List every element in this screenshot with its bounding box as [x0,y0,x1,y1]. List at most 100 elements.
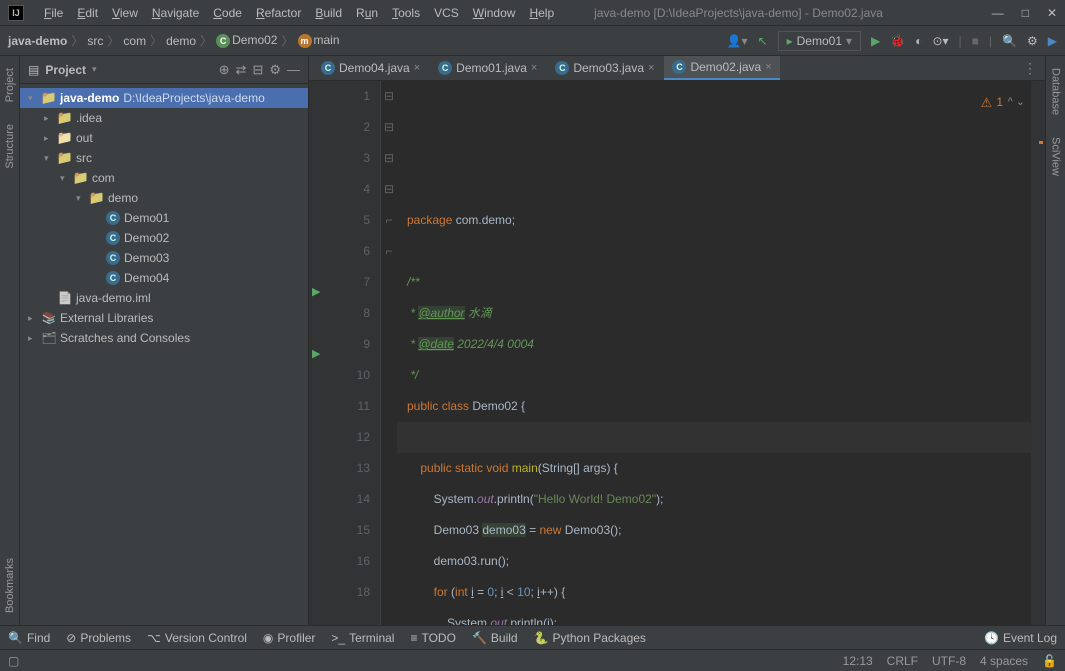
stop-icon[interactable]: ■ [972,34,979,48]
menu-navigate[interactable]: Navigate [146,4,205,22]
tree-item[interactable]: ▸out [20,128,308,148]
close-tab-icon[interactable]: × [531,62,537,74]
bottom-python-packages[interactable]: 🐍Python Packages [534,631,646,645]
bottom-build[interactable]: 🔨Build [472,631,518,645]
menu-run[interactable]: Run [350,4,384,22]
maximize-button[interactable]: □ [1022,6,1029,20]
main-menu: FileEditViewNavigateCodeRefactorBuildRun… [38,4,560,22]
close-tab-icon[interactable]: × [648,62,654,74]
rail-sciview[interactable]: SciView [1050,133,1062,180]
editor[interactable]: ▶▶ 1234567891011121314151618 ⊟⊟⊟⊟⌐⌐ ⚠1 ^… [309,81,1045,625]
project-tree: ▾java-demo D:\IdeaProjects\java-demo▸.id… [20,84,308,625]
title-bar: IJ FileEditViewNavigateCodeRefactorBuild… [0,0,1065,26]
app-logo: IJ [8,5,24,21]
encoding[interactable]: UTF-8 [932,654,966,668]
tree-item[interactable]: ▸External Libraries [20,308,308,328]
line-gutter: 1234567891011121314151618 [325,81,381,625]
breadcrumb-item[interactable]: mmain [298,33,340,48]
tree-item[interactable]: ▸.idea [20,108,308,128]
inspection-nav[interactable]: ^ ⌄ [1008,87,1025,118]
close-tab-icon[interactable]: × [414,62,420,74]
rail-project[interactable]: Project [4,64,16,106]
bottom-version-control[interactable]: ⌥Version Control [147,631,247,645]
minimize-button[interactable]: — [992,6,1004,20]
target-icon[interactable]: ⊕ [219,62,230,78]
search-icon[interactable]: 🔍 [1002,34,1017,48]
tree-item[interactable]: ▸Scratches and Consoles [20,328,308,348]
breadcrumb-item[interactable]: src [87,34,103,48]
menu-help[interactable]: Help [523,4,560,22]
menu-tools[interactable]: Tools [386,4,426,22]
tab-options-icon[interactable]: ⋮ [1023,60,1037,77]
bottom-find[interactable]: 🔍Find [8,631,50,645]
tree-item[interactable]: ▾java-demo D:\IdeaProjects\java-demo [20,88,308,108]
tree-item[interactable]: CDemo01 [20,208,308,228]
close-tab-icon[interactable]: × [765,61,771,73]
caret-position[interactable]: 12:13 [843,654,873,668]
bottom-tool-bar: 🔍Find ⊘Problems ⌥Version Control ◉Profiler >… [0,625,1065,649]
bottom-terminal[interactable]: >_Terminal [331,631,394,645]
breadcrumb-item[interactable]: CDemo02 [216,33,277,48]
hide-icon[interactable]: — [287,62,300,77]
menu-window[interactable]: Window [467,4,522,22]
gear-icon[interactable]: ⚙ [269,62,281,78]
breadcrumb-item[interactable]: demo [166,34,196,48]
run-icon[interactable]: ▶ [871,34,880,48]
tree-item[interactable]: ▾com [20,168,308,188]
run-config-selector[interactable]: ▸Demo01▾ [778,31,861,51]
editor-tabs: CDemo04.java×CDemo01.java×CDemo03.java×C… [309,56,1045,81]
rail-structure[interactable]: Structure [4,120,16,173]
panel-header: ▤ Project ▾ ⊕ ⇄ ⊟ ⚙ — [20,56,308,84]
toolbar-actions: 👤▾ ↖ ▸Demo01▾ ▶ 🐞 ◐ ⊙▾ | ■ | 🔍 ⚙ ▶ [727,31,1057,51]
editor-tab[interactable]: CDemo01.java× [430,57,545,79]
event-log-button[interactable]: 🕓Event Log [984,631,1057,645]
tree-item[interactable]: java-demo.iml [20,288,308,308]
code-area[interactable]: ⚠1 ^ ⌄ package com.demo; /** * @author 水… [397,81,1031,625]
build-icon[interactable]: ↖ [758,34,768,48]
editor-tab[interactable]: CDemo03.java× [547,57,662,79]
status-bar: ▢ 12:13 CRLF UTF-8 4 spaces 🔓 [0,649,1065,671]
settings-icon[interactable]: ⚙ [1027,34,1038,48]
tool-windows-icon[interactable]: ▢ [8,654,19,668]
rail-bookmarks[interactable]: Bookmarks [4,554,16,617]
editor-area: CDemo04.java×CDemo01.java×CDemo03.java×C… [309,56,1045,625]
breadcrumb-item[interactable]: java-demo [8,34,67,48]
editor-tab[interactable]: CDemo04.java× [313,57,428,79]
menu-view[interactable]: View [106,4,144,22]
menu-file[interactable]: File [38,4,69,22]
close-button[interactable]: ✕ [1047,6,1057,20]
menu-refactor[interactable]: Refactor [250,4,307,22]
tree-item[interactable]: ▾demo [20,188,308,208]
editor-tab[interactable]: CDemo02.java× [664,56,779,80]
rail-database[interactable]: Database [1050,64,1062,119]
debug-icon[interactable]: 🐞 [890,34,905,48]
menu-code[interactable]: Code [207,4,248,22]
readonly-icon[interactable]: 🔓 [1042,654,1057,668]
expand-icon[interactable]: ⇄ [236,62,247,78]
inspection-badge[interactable]: ⚠1 [981,87,1003,118]
menu-build[interactable]: Build [309,4,348,22]
coverage-icon[interactable]: ◐ [915,34,922,48]
panel-title: Project [45,63,86,77]
menu-edit[interactable]: Edit [71,4,104,22]
features-icon[interactable]: ▶ [1048,34,1057,48]
collapse-icon[interactable]: ⊟ [252,62,263,78]
bottom-todo[interactable]: ≡TODO [410,631,455,645]
bottom-problems[interactable]: ⊘Problems [66,631,131,645]
breadcrumb: java-demo〉src〉com〉demo〉CDemo02〉mmain [8,32,727,49]
tree-item[interactable]: CDemo04 [20,268,308,288]
editor-scroll-marker-strip [1031,81,1045,625]
indent[interactable]: 4 spaces [980,654,1028,668]
menu-vcs[interactable]: VCS [428,4,465,22]
breadcrumb-item[interactable]: com [123,34,146,48]
bottom-profiler[interactable]: ◉Profiler [263,631,316,645]
toolbar: java-demo〉src〉com〉demo〉CDemo02〉mmain 👤▾ … [0,26,1065,56]
profile-icon[interactable]: ⊙▾ [932,34,948,48]
line-sep[interactable]: CRLF [887,654,918,668]
tree-item[interactable]: CDemo02 [20,228,308,248]
right-tool-strip: Database SciView [1045,56,1065,625]
fold-column: ⊟⊟⊟⊟⌐⌐ [381,81,397,625]
tree-item[interactable]: ▾src [20,148,308,168]
tree-item[interactable]: CDemo03 [20,248,308,268]
user-icon[interactable]: 👤▾ [727,34,748,48]
